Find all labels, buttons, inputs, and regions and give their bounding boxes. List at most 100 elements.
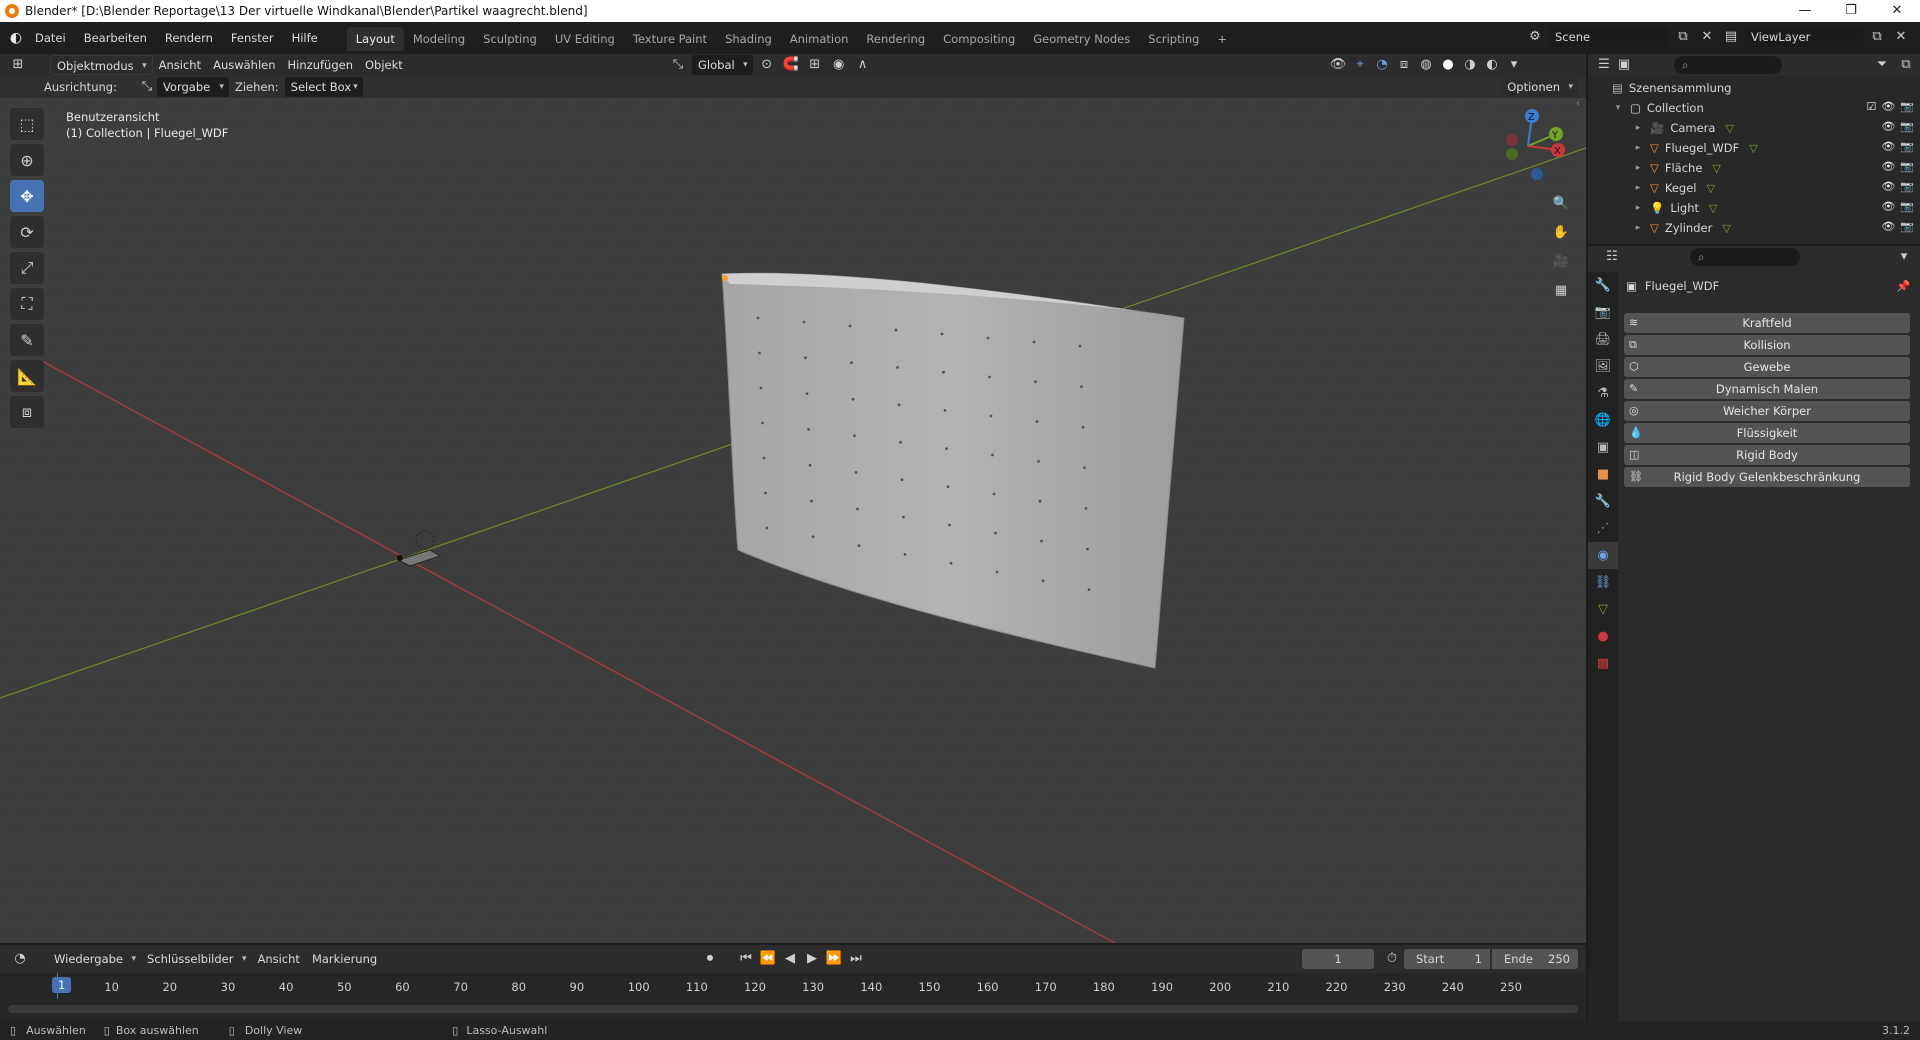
- display-mode-icon[interactable]: ▣: [1614, 55, 1634, 75]
- menu-hinzufuegen[interactable]: Hinzufügen: [282, 54, 359, 76]
- filter-icon[interactable]: ⏷: [1872, 55, 1892, 75]
- eye-icon[interactable]: 👁: [1881, 180, 1895, 193]
- material-shading-icon[interactable]: ◑: [1460, 55, 1480, 75]
- timeline-scrollbar[interactable]: [8, 1005, 1578, 1013]
- eye-icon[interactable]: 👁: [1881, 120, 1895, 133]
- timeline-editor-icon[interactable]: ◔: [10, 949, 30, 969]
- eye-icon[interactable]: 👁: [1881, 140, 1895, 153]
- blender-menu-icon[interactable]: ◐: [6, 28, 26, 48]
- shading-options-icon[interactable]: ▾: [1504, 55, 1524, 75]
- eye-icon[interactable]: 👁: [1881, 220, 1895, 233]
- markierung-menu[interactable]: Markierung: [306, 945, 383, 973]
- end-frame-field[interactable]: Ende 250: [1492, 949, 1578, 969]
- menu-bearbeiten[interactable]: Bearbeiten: [75, 22, 156, 54]
- menu-datei[interactable]: Datei: [26, 22, 75, 54]
- outliner-item-2[interactable]: ▸ ▽ Fläche ▽ 👁 📷: [1588, 158, 1920, 178]
- menu-auswaehlen[interactable]: Auswählen: [207, 54, 281, 76]
- collection-tab-icon[interactable]: ▣: [1588, 434, 1618, 461]
- outliner-collection-row[interactable]: ▾ ▢ Collection ☑ 👁 📷: [1588, 98, 1920, 118]
- physics-button-7[interactable]: ⛓ Rigid Body Gelenkbeschränkung: [1624, 467, 1910, 487]
- delete-scene-icon[interactable]: ✕: [1697, 27, 1717, 47]
- menu-fenster[interactable]: Fenster: [222, 22, 283, 54]
- navigation-gizmo[interactable]: Z Y X: [1490, 106, 1566, 186]
- physics-button-0[interactable]: ≋ Kraftfeld: [1624, 313, 1910, 333]
- material-tab-icon[interactable]: ●: [1588, 623, 1618, 650]
- expand-icon[interactable]: ▸: [1632, 223, 1644, 233]
- render-camera-icon[interactable]: 📷: [1900, 200, 1914, 213]
- next-keyframe-icon[interactable]: ⏩: [824, 949, 844, 969]
- tab-uv-editing[interactable]: UV Editing: [546, 27, 624, 51]
- world-tab-icon[interactable]: 🌐: [1588, 407, 1618, 434]
- physics-tab-icon[interactable]: ◉: [1588, 542, 1618, 569]
- new-scene-icon[interactable]: ⧉: [1673, 27, 1693, 47]
- solid-shading-icon[interactable]: ●: [1438, 55, 1458, 75]
- snap-icon[interactable]: 🧲: [781, 55, 801, 75]
- stopwatch-icon[interactable]: ⏱: [1382, 949, 1402, 969]
- editor-type-icon[interactable]: ⊞: [8, 55, 28, 75]
- sidebar-toggle-icon[interactable]: ‹: [1576, 98, 1580, 109]
- modifier-tab-icon[interactable]: 🔧: [1588, 488, 1618, 515]
- expand-icon[interactable]: ▸: [1632, 143, 1644, 153]
- new-viewlayer-icon[interactable]: ⧉: [1867, 27, 1887, 47]
- menu-ansicht[interactable]: Ansicht: [153, 54, 207, 76]
- tab-animation[interactable]: Animation: [781, 27, 858, 51]
- timeline-area[interactable]: [0, 973, 1586, 1021]
- eye-icon[interactable]: 👁: [1881, 160, 1895, 173]
- play-icon[interactable]: ▶: [802, 949, 822, 969]
- record-icon[interactable]: ⏺: [700, 949, 720, 969]
- menu-objekt[interactable]: Objekt: [359, 54, 409, 76]
- close-button[interactable]: ✕: [1874, 0, 1920, 22]
- delete-viewlayer-icon[interactable]: ✕: [1891, 27, 1911, 47]
- properties-editor-icon[interactable]: ☷: [1602, 247, 1622, 267]
- tab-modeling[interactable]: Modeling: [404, 27, 474, 51]
- 3d-viewport[interactable]: Benutzeransicht (1) Collection | Fluegel…: [0, 98, 1586, 943]
- render-tab-icon[interactable]: 📷: [1588, 299, 1618, 326]
- scene-tab-icon[interactable]: ⚗: [1588, 380, 1618, 407]
- collection-checkbox-icon[interactable]: ☑: [1866, 100, 1876, 113]
- outliner-item-3[interactable]: ▸ ▽ Kegel ▽ 👁 📷: [1588, 178, 1920, 198]
- optionen-dropdown[interactable]: Optionen: [1501, 77, 1578, 97]
- physics-button-4[interactable]: ◎ Weicher Körper: [1624, 401, 1910, 421]
- measure-tool[interactable]: 📐: [10, 360, 44, 392]
- current-frame-field[interactable]: 1: [1302, 949, 1374, 969]
- texture-tab-icon[interactable]: ▩: [1588, 650, 1618, 677]
- gizmo-toggle-icon[interactable]: ⌖: [1350, 55, 1370, 75]
- cursor-tool[interactable]: ⊕: [10, 144, 44, 176]
- visibility-icon[interactable]: 👁: [1328, 55, 1348, 75]
- constraints-tab-icon[interactable]: ⛓: [1588, 569, 1618, 596]
- physics-button-5[interactable]: 💧 Flüssigkeit: [1624, 423, 1910, 443]
- menu-hilfe[interactable]: Hilfe: [283, 22, 327, 54]
- overlay-toggle-icon[interactable]: ◔: [1372, 55, 1392, 75]
- render-camera-icon[interactable]: 📷: [1900, 120, 1914, 133]
- ziehen-dropdown[interactable]: Select Box: [284, 77, 363, 97]
- physics-button-6[interactable]: ◫ Rigid Body: [1624, 445, 1910, 465]
- rotate-tool[interactable]: ⟳: [10, 216, 44, 248]
- viewlayer-field[interactable]: ViewLayer: [1745, 27, 1863, 47]
- outliner-item-0[interactable]: ▸ 🎥 Camera ▽ 👁 📷: [1588, 118, 1920, 138]
- outliner-search-input[interactable]: ⌕: [1674, 56, 1782, 74]
- transform-tool[interactable]: ⛶: [10, 288, 44, 320]
- wiedergabe-menu[interactable]: Wiedergabe: [48, 949, 141, 969]
- annotate-tool[interactable]: ✎: [10, 324, 44, 356]
- wireframe-shading-icon[interactable]: ◍: [1416, 55, 1436, 75]
- xray-icon[interactable]: ⧈: [1394, 55, 1414, 75]
- outliner-item-5[interactable]: ▸ ▽ Zylinder ▽ 👁 📷: [1588, 218, 1920, 238]
- properties-search-input[interactable]: ⌕: [1690, 248, 1800, 266]
- expand-icon[interactable]: ▸: [1632, 163, 1644, 173]
- tab-geometry-nodes[interactable]: Geometry Nodes: [1024, 27, 1139, 51]
- minimize-button[interactable]: —: [1782, 0, 1828, 22]
- pin-icon[interactable]: 📌: [1896, 279, 1910, 293]
- falloff-icon[interactable]: ∧: [853, 55, 873, 75]
- new-collection-icon[interactable]: ⧉: [1896, 55, 1916, 75]
- ortho-toggle-icon[interactable]: ▦: [1551, 281, 1571, 301]
- move-tool[interactable]: ✥: [10, 180, 44, 212]
- collection-expand-icon[interactable]: ▾: [1612, 103, 1624, 113]
- outliner-editor-icon[interactable]: ☰: [1594, 55, 1614, 75]
- object-tab-icon[interactable]: ■: [1588, 461, 1618, 488]
- tab-layout[interactable]: Layout: [346, 27, 404, 51]
- tab-rendering[interactable]: Rendering: [857, 27, 934, 51]
- select-box-tool[interactable]: ⬚: [10, 108, 44, 140]
- render-camera-icon[interactable]: 📷: [1900, 160, 1914, 173]
- jump-start-icon[interactable]: ⏮: [736, 949, 756, 969]
- add-cube-tool[interactable]: ⧈: [10, 396, 44, 428]
